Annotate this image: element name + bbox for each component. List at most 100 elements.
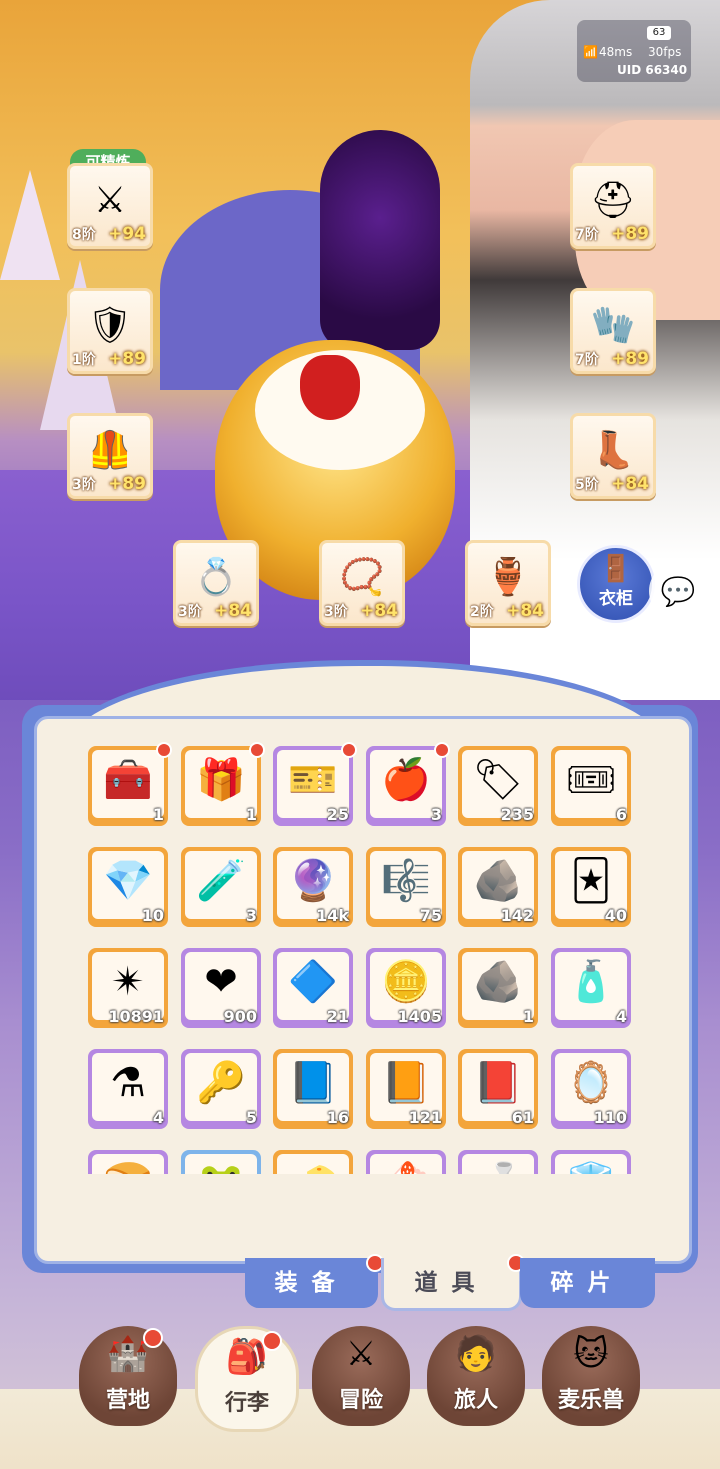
nav-camp[interactable]: 🏰 营地: [79, 1326, 177, 1426]
inventory-item[interactable]: ⚗ 4: [88, 1049, 168, 1129]
nav-label: 营地: [105, 1388, 150, 1413]
inventory-item[interactable]: 🎼 75: [366, 847, 446, 927]
inventory-item[interactable]: 🏷 235: [458, 746, 538, 826]
inventory-item[interactable]: 🔑 5: [181, 1049, 261, 1129]
item-count: 4: [615, 1007, 627, 1026]
item-count: 6: [615, 805, 627, 824]
bird-beak: [300, 355, 360, 420]
inventory-item[interactable]: 💎 10: [88, 847, 168, 927]
tier-label: 5阶: [575, 477, 599, 493]
inventory-item[interactable]: ✴ 10891: [88, 948, 168, 1028]
enhance-level: +84: [611, 474, 649, 494]
inventory-item[interactable]: 🍰: [366, 1150, 446, 1174]
nav-adventure[interactable]: ⚔ 冒险: [312, 1326, 410, 1426]
ring-icon: 💍: [193, 557, 239, 598]
nav-pets[interactable]: 🐱 麦乐兽: [542, 1326, 640, 1426]
wardrobe-button[interactable]: 🚪 衣柜: [577, 545, 655, 623]
wifi-icon: 📶: [583, 45, 598, 59]
inventory-item[interactable]: 🍞: [88, 1150, 168, 1174]
item-count: 1: [152, 805, 164, 824]
inventory-item[interactable]: 🧴 4: [551, 948, 631, 1028]
item-count: 235: [500, 805, 534, 824]
item-icon: 🧰: [103, 757, 153, 803]
equip-slot-helmet[interactable]: ⛑ 7阶 +89: [570, 163, 656, 249]
item-count: 142: [500, 906, 534, 925]
shadow-character: [320, 130, 440, 350]
tier-label: 1阶: [72, 352, 96, 368]
inventory-item[interactable]: 📙 121: [366, 1049, 446, 1129]
inventory-item[interactable]: 🪨 142: [458, 847, 538, 927]
tier-label: 3阶: [324, 604, 348, 620]
item-icon: 🍎: [381, 757, 431, 803]
wardrobe-icon: 🚪: [599, 554, 633, 584]
chat-button[interactable]: 💬: [649, 562, 707, 620]
inventory-item[interactable]: 🧊: [551, 1150, 631, 1174]
notification-dot: [156, 742, 172, 758]
item-count: 10891: [108, 1007, 164, 1026]
equip-slot-chest[interactable]: 🛡 1阶 +89: [67, 288, 153, 374]
traveler-icon: 🧑: [454, 1334, 498, 1374]
equip-slot-legs[interactable]: 🦺 3阶 +89: [67, 413, 153, 499]
inventory-item[interactable]: 🎁 1: [181, 742, 265, 826]
enhance-level: +84: [506, 601, 544, 621]
equip-slot-ring[interactable]: 💍 3阶 +84: [173, 540, 259, 626]
inventory-item[interactable]: 📘 16: [273, 1049, 353, 1129]
item-icon: 🧴: [566, 959, 616, 1005]
inventory-item[interactable]: 🐸: [181, 1150, 261, 1174]
inventory-item[interactable]: 🧰 1: [88, 742, 172, 826]
item-icon: 🪨: [473, 858, 523, 904]
item-icon: ⚗: [110, 1060, 146, 1106]
helmet-icon: ⛑: [590, 180, 636, 221]
inventory-item[interactable]: 📕 61: [458, 1049, 538, 1129]
notification-dot: [143, 1328, 163, 1348]
nav-label: 麦乐兽: [557, 1388, 624, 1413]
item-count: 40: [604, 906, 627, 925]
inventory-item[interactable]: 🪙 1405: [366, 948, 446, 1028]
inventory-item[interactable]: 🪞 110: [551, 1049, 631, 1129]
inventory-grid[interactable]: 🧰 1 🎁 1 🎫 25 🍎 3 🏷 235 🎟 6 💎 10 🧪 3 🔮 14k 🎼 75 🪨 142 🃏 40 ✴ 10891…: [82, 740, 642, 1174]
tier-label: 7阶: [575, 352, 599, 368]
tab-equipment[interactable]: 装备: [245, 1254, 384, 1308]
wardrobe-label: 衣柜: [599, 589, 633, 609]
inventory-item[interactable]: 🎟 6: [551, 746, 631, 826]
tab-fragments[interactable]: 碎片: [520, 1258, 655, 1308]
nav-travelers[interactable]: 🧑 旅人: [427, 1326, 525, 1426]
item-count: 1405: [397, 1007, 442, 1026]
crossed-swords-icon: ⚔: [345, 1334, 377, 1374]
item-count: 3: [245, 906, 257, 925]
inventory-item[interactable]: ❤ 900: [181, 948, 261, 1028]
tab-items[interactable]: 道具: [381, 1254, 525, 1311]
inventory-item[interactable]: 🔮 14k: [273, 847, 353, 927]
equip-slot-necklace[interactable]: 📿 3阶 +84: [319, 540, 405, 626]
tier-label: 8阶: [72, 227, 96, 243]
item-count: 121: [408, 1108, 442, 1127]
inventory-item[interactable]: 🍶: [458, 1150, 538, 1174]
equip-slot-gloves[interactable]: 🧤 7阶 +89: [570, 288, 656, 374]
inventory-item[interactable]: 🃏 40: [551, 847, 631, 927]
inventory-item[interactable]: 🧀: [273, 1150, 353, 1174]
item-count: 5: [245, 1108, 257, 1127]
inventory-item[interactable]: 🎫 25: [273, 742, 357, 826]
inventory-item[interactable]: 🪨 1: [458, 948, 538, 1028]
equip-slot-boots[interactable]: 👢 5阶 +84: [570, 413, 656, 499]
item-count: 61: [511, 1108, 534, 1127]
item-icon: 🧊: [551, 1156, 631, 1174]
nav-luggage[interactable]: 🎒 行李: [195, 1326, 299, 1432]
cat-icon: 🐱: [573, 1334, 609, 1374]
inventory-item[interactable]: 🔷 21: [273, 948, 353, 1028]
equip-slot-weapon[interactable]: ⚔ 8阶 +94: [67, 163, 153, 249]
item-count: 75: [419, 906, 442, 925]
tab-label: 碎片: [550, 1270, 625, 1296]
item-icon: 📙: [381, 1060, 431, 1106]
inventory-item[interactable]: 🧪 3: [181, 847, 261, 927]
enhance-level: +84: [214, 601, 252, 621]
inventory-item[interactable]: 🍎 3: [366, 742, 450, 826]
item-count: 1: [522, 1007, 534, 1026]
item-icon: ✴: [111, 959, 145, 1005]
ping-text: 48ms: [599, 45, 633, 59]
item-count: 16: [326, 1108, 349, 1127]
equip-slot-charm[interactable]: 🏺 2阶 +84: [465, 540, 551, 626]
item-icon: 🪨: [473, 959, 523, 1005]
item-icon: 🧪: [196, 858, 246, 904]
item-icon: 📕: [473, 1060, 523, 1106]
